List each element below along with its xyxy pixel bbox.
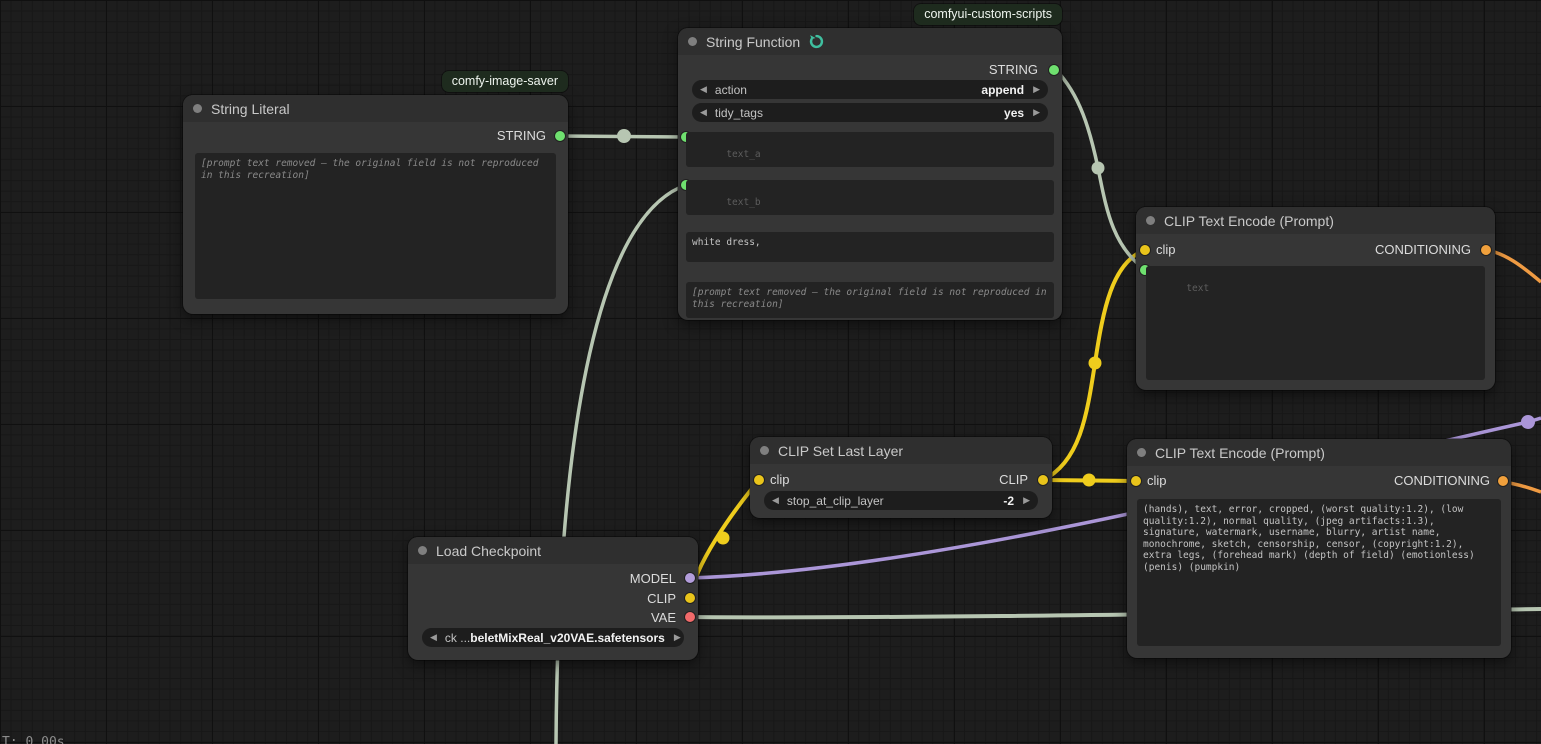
widget-decrement-icon[interactable]: ◀ (772, 495, 779, 506)
widget-increment-icon[interactable]: ▶ (1023, 495, 1030, 506)
reroute-dot-clip-2[interactable] (1083, 474, 1096, 487)
node-clip-set-last-layer[interactable]: CLIP Set Last Layer clip CLIP ◀ stop_at_… (750, 437, 1052, 518)
output-slot-string[interactable] (1049, 65, 1059, 75)
collapse-dot-icon[interactable] (1137, 448, 1146, 457)
output-slot-conditioning[interactable] (1498, 476, 1508, 486)
node-title: String Function (706, 34, 800, 50)
output-slot-conditioning[interactable] (1481, 245, 1491, 255)
string-literal-text-field[interactable]: [prompt text removed — the original fiel… (195, 153, 556, 299)
widget-decrement-icon[interactable]: ◀ (700, 84, 707, 95)
text-field[interactable]: text (1146, 266, 1485, 380)
reroute-dot-clip-3[interactable] (1089, 357, 1102, 370)
output-label-vae: VAE (651, 610, 676, 625)
output-slot-clip[interactable] (1038, 475, 1048, 485)
text-a-field[interactable]: text_a (686, 132, 1054, 167)
output-label-model: MODEL (630, 571, 676, 586)
widget-decrement-icon[interactable]: ◀ (430, 632, 437, 643)
output-label-clip: CLIP (999, 472, 1028, 487)
node-title: CLIP Text Encode (Prompt) (1164, 213, 1334, 229)
text-b-placeholder: text_b (726, 197, 760, 208)
node-title: Load Checkpoint (436, 543, 541, 559)
widget-ckpt-name[interactable]: ◀ ck ... beletMixReal_v20VAE.safetensors… (422, 628, 684, 647)
input-label-clip: clip (770, 472, 790, 487)
reroute-dot-model[interactable] (1521, 415, 1535, 429)
output-label-string: STRING (989, 62, 1038, 77)
input-slot-clip[interactable] (1131, 476, 1141, 486)
output-slot-clip[interactable] (685, 593, 695, 603)
node-title: String Literal (211, 101, 290, 117)
collapse-dot-icon[interactable] (418, 546, 427, 555)
reroute-dot-clip-1[interactable] (717, 532, 730, 545)
text-d-field[interactable]: [prompt text removed — the original fiel… (686, 282, 1054, 318)
input-label-clip: clip (1156, 242, 1176, 257)
widget-name: action (715, 83, 747, 97)
widget-value: beletMixReal_v20VAE.safetensors (470, 631, 665, 645)
wire-string-to-text-b (556, 185, 686, 744)
collapse-dot-icon[interactable] (193, 104, 202, 113)
widget-tidy-tags[interactable]: ◀ tidy_tags yes ▶ (692, 103, 1048, 122)
node-badge-custom-scripts: comfyui-custom-scripts (914, 4, 1062, 25)
input-slot-clip[interactable] (1140, 245, 1150, 255)
node-title: CLIP Text Encode (Prompt) (1155, 445, 1325, 461)
node-title-bar[interactable]: Load Checkpoint (408, 537, 698, 564)
widget-value: yes (1004, 106, 1024, 120)
input-label-clip: clip (1147, 473, 1167, 488)
text-placeholder: text (1186, 283, 1209, 294)
reroute-dot-string-1[interactable] (617, 129, 631, 143)
widget-name: stop_at_clip_layer (787, 494, 884, 508)
collapse-dot-icon[interactable] (688, 37, 697, 46)
widget-action[interactable]: ◀ action append ▶ (692, 80, 1048, 99)
collapse-dot-icon[interactable] (760, 446, 769, 455)
node-title-bar[interactable]: CLIP Set Last Layer (750, 437, 1052, 464)
node-title-bar[interactable]: String Function (678, 28, 1062, 55)
widget-value: -2 (1003, 494, 1014, 508)
output-label-clip: CLIP (647, 591, 676, 606)
node-clip-text-encode-positive[interactable]: CLIP Text Encode (Prompt) clip CONDITION… (1136, 207, 1495, 390)
node-clip-text-encode-negative[interactable]: CLIP Text Encode (Prompt) clip CONDITION… (1127, 439, 1511, 658)
output-label-string: STRING (497, 128, 546, 143)
output-label-conditioning: CONDITIONING (1394, 473, 1490, 488)
negative-prompt-field[interactable]: (hands), text, error, cropped, (worst qu… (1137, 499, 1501, 646)
output-slot-vae[interactable] (685, 612, 695, 622)
widget-increment-icon[interactable]: ▶ (1033, 84, 1040, 95)
text-b-field[interactable]: text_b (686, 180, 1054, 215)
custom-scripts-swirl-icon (809, 34, 824, 49)
reroute-dot-string-2[interactable] (1092, 162, 1105, 175)
text-a-placeholder: text_a (726, 149, 760, 160)
node-title: CLIP Set Last Layer (778, 443, 903, 459)
node-string-literal[interactable]: String Literal STRING [prompt text remov… (183, 95, 568, 314)
node-title-bar[interactable]: String Literal (183, 95, 568, 122)
node-badge-image-saver: comfy-image-saver (442, 71, 568, 92)
widget-value: append (981, 83, 1024, 97)
node-title-bar[interactable]: CLIP Text Encode (Prompt) (1136, 207, 1495, 234)
node-graph-canvas[interactable]: comfy-image-saver comfyui-custom-scripts… (0, 0, 1541, 744)
output-slot-model[interactable] (685, 573, 695, 583)
node-title-bar[interactable]: CLIP Text Encode (Prompt) (1127, 439, 1511, 466)
render-time-stats: T: 0.00s (2, 735, 65, 744)
text-c-field[interactable]: white dress, (686, 232, 1054, 262)
node-string-function[interactable]: String Function STRING ◀ action append ▶… (678, 28, 1062, 320)
widget-name: tidy_tags (715, 106, 763, 120)
widget-stop-at-clip-layer[interactable]: ◀ stop_at_clip_layer -2 ▶ (764, 491, 1038, 510)
input-slot-clip[interactable] (754, 475, 764, 485)
widget-increment-icon[interactable]: ▶ (1033, 107, 1040, 118)
widget-name: ck ... (445, 631, 470, 645)
collapse-dot-icon[interactable] (1146, 216, 1155, 225)
widget-increment-icon[interactable]: ▶ (674, 632, 681, 643)
widget-decrement-icon[interactable]: ◀ (700, 107, 707, 118)
output-slot-string[interactable] (555, 131, 565, 141)
output-label-conditioning: CONDITIONING (1375, 242, 1471, 257)
node-load-checkpoint[interactable]: Load Checkpoint MODEL CLIP VAE ◀ ck ... … (408, 537, 698, 660)
